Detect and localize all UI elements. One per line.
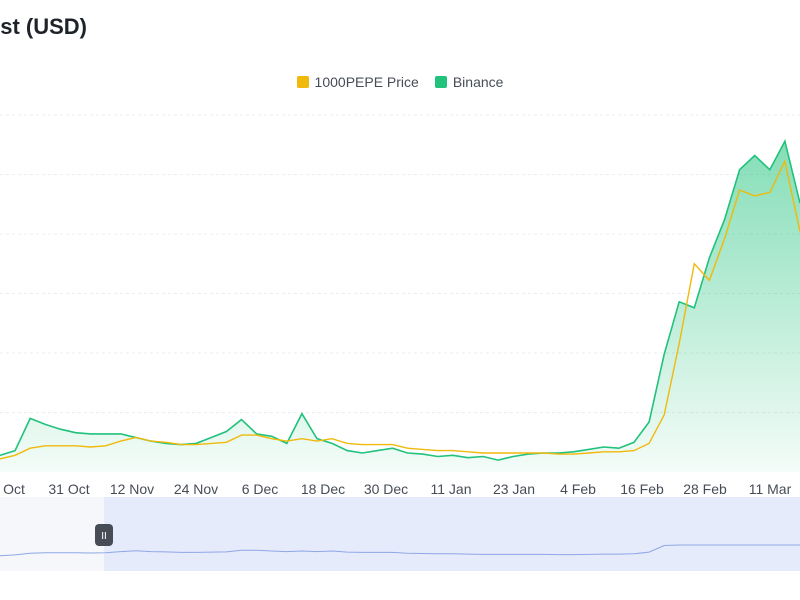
binance-area [0, 141, 800, 472]
x-tick-label: 11 Jan [431, 481, 472, 497]
x-tick-label: Oct [3, 481, 25, 497]
x-tick-label: 4 Feb [560, 481, 596, 497]
navigator-selection[interactable] [104, 497, 800, 571]
x-axis: Oct 31 Oct 12 Nov 24 Nov 6 Dec 18 Dec 30 Dec 11… [3, 481, 791, 497]
x-tick-label: 18 Dec [301, 481, 345, 497]
x-tick-label: 12 Nov [110, 481, 154, 497]
navigator-handle-icon: II [101, 531, 107, 542]
x-tick-label: 30 Dec [364, 481, 408, 497]
navigator[interactable]: II [0, 497, 800, 571]
x-tick-label: 31 Oct [48, 481, 89, 497]
chart: Oct 31 Oct 12 Nov 24 Nov 6 Dec 18 Dec 30 Dec 11… [0, 114, 800, 571]
x-tick-label: 11 Mar [749, 481, 792, 497]
x-tick-label: 23 Jan [493, 481, 535, 497]
x-tick-label: 6 Dec [242, 481, 279, 497]
x-tick-label: 24 Nov [174, 481, 218, 497]
x-tick-label: 28 Feb [683, 481, 727, 497]
x-tick-label: 16 Feb [620, 481, 664, 497]
